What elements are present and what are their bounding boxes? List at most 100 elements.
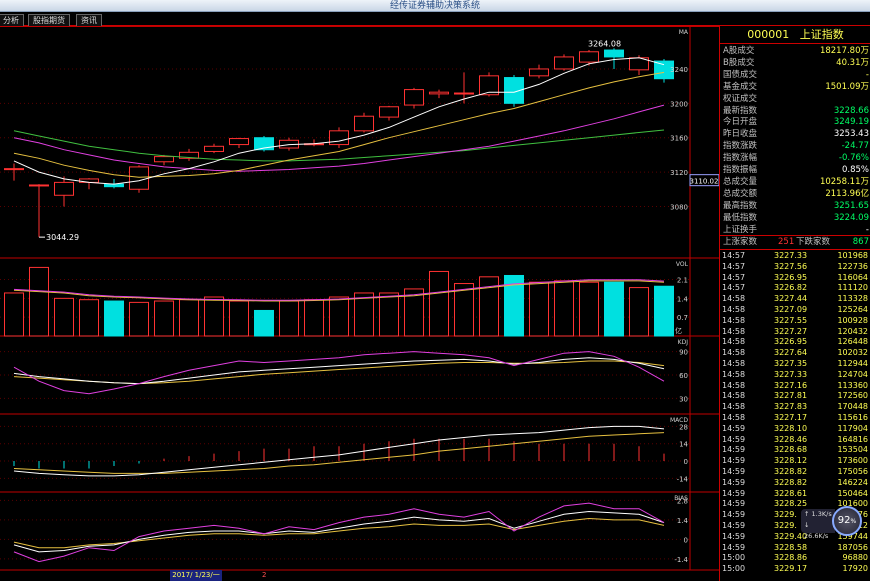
tick-time: 15:00 bbox=[722, 564, 746, 574]
quote-row-label: 今日开盘 bbox=[723, 117, 758, 128]
tick-price: 3227.09 bbox=[774, 305, 808, 314]
quote-row: 最高指数 3251.65 bbox=[720, 200, 870, 212]
memory-usage-ball[interactable]: 92% bbox=[832, 506, 862, 536]
tick-volume: 146224 bbox=[837, 477, 868, 487]
download-arrow-icon: ↓ bbox=[804, 521, 810, 529]
quote-row-value: -24.77 bbox=[841, 141, 869, 152]
tick-volume: 112944 bbox=[837, 359, 868, 368]
tick-volume: 124704 bbox=[837, 369, 868, 379]
tab-analysis[interactable]: 分析 bbox=[0, 14, 24, 26]
quote-row-value: 18217.80万 bbox=[819, 46, 869, 56]
volume-bar bbox=[54, 297, 74, 337]
quote-row-value: 3224.09 bbox=[833, 212, 869, 223]
tick-price: 3227.56 bbox=[774, 261, 808, 271]
current-price-label: 3110.02 bbox=[690, 178, 719, 186]
volume-axis-tick: 2.1 bbox=[677, 277, 688, 285]
tick-price: 3227.17 bbox=[774, 413, 808, 422]
tick-row: 14:59 3228.12 173600 bbox=[720, 456, 870, 467]
volume-bar bbox=[204, 296, 224, 337]
tick-volume: 102032 bbox=[837, 348, 868, 358]
tick-price: 3226.82 bbox=[774, 283, 808, 293]
tab-index-futures[interactable]: 股指期货 bbox=[28, 14, 70, 26]
quote-row: A股成交 18217.80万 bbox=[720, 45, 870, 57]
tick-row: 14:59 3228.61 150464 bbox=[720, 489, 870, 500]
tick-price: 3228.61 bbox=[774, 488, 808, 498]
quote-row: 今日开盘 3249.19 bbox=[720, 116, 870, 128]
quote-row-label: 总成交额 bbox=[723, 188, 758, 199]
quote-row-label: 最低指数 bbox=[723, 212, 758, 223]
quote-row-value: 1501.09万 bbox=[825, 81, 869, 92]
tick-price: 3227.35 bbox=[774, 359, 808, 368]
tick-row: 14:57 3226.95 116064 bbox=[720, 273, 870, 284]
net-speed-widget[interactable]: ↑ 1.3K/s ↓ 26.6K/s 92% bbox=[801, 506, 867, 540]
volume-axis-tick: 1.4 bbox=[677, 295, 689, 303]
tick-price: 3229. bbox=[774, 510, 797, 520]
tab-news[interactable]: 资讯 bbox=[76, 14, 102, 26]
tick-volume: 96880 bbox=[842, 553, 868, 563]
tick-volume: 17920 bbox=[842, 564, 868, 574]
tick-price: 3228.82 bbox=[774, 477, 808, 487]
candle-body bbox=[229, 138, 249, 146]
tick-price: 3228.10 bbox=[774, 423, 808, 433]
tick-volume: 172560 bbox=[837, 391, 868, 401]
tick-price: 3228.46 bbox=[774, 434, 808, 444]
candle-body bbox=[29, 184, 49, 187]
tick-price: 3228.12 bbox=[774, 456, 808, 466]
bias-axis-tick: 0 bbox=[684, 536, 688, 544]
volume-bar bbox=[29, 266, 49, 337]
candle-body bbox=[329, 130, 349, 146]
candle-body bbox=[154, 156, 174, 163]
quote-row-label: 指数涨跌 bbox=[723, 141, 758, 152]
tick-row: 14:58 3227.81 172560 bbox=[720, 391, 870, 402]
tick-row: 15:00 3229.17 17920 bbox=[720, 564, 870, 575]
volume-bar bbox=[279, 300, 299, 337]
tick-volume: 153504 bbox=[837, 445, 868, 455]
tick-time: 14:59 bbox=[722, 456, 746, 466]
tick-price: 3228.58 bbox=[774, 542, 808, 552]
tick-price: 3227.33 bbox=[774, 369, 808, 379]
tick-row: 14:57 3227.33 101968 bbox=[720, 251, 870, 262]
download-rate: 26.6K/s bbox=[804, 532, 829, 540]
tick-time: 14:58 bbox=[722, 348, 746, 358]
tick-time: 14:59 bbox=[722, 445, 746, 455]
high-annotation: 3264.08 bbox=[588, 39, 621, 48]
tick-volume: 111120 bbox=[837, 283, 868, 293]
tick-volume: 100928 bbox=[837, 315, 868, 325]
bias-panel-label: BIAS bbox=[674, 495, 688, 502]
macd-axis-tick: -14 bbox=[677, 475, 689, 483]
tick-volume: 113360 bbox=[837, 380, 868, 390]
tick-row: 14:58 3227.44 113328 bbox=[720, 294, 870, 305]
tick-row: 14:57 3226.82 111120 bbox=[720, 283, 870, 294]
volume-panel-label: VOL bbox=[676, 261, 689, 268]
tick-price: 3227.83 bbox=[774, 402, 808, 412]
bias-axis-tick: 1.4 bbox=[677, 517, 689, 525]
tick-time: 14:59 bbox=[722, 434, 746, 444]
tick-time: 14:57 bbox=[722, 251, 746, 260]
volume-bar bbox=[179, 299, 199, 337]
quote-row-label: 总成交量 bbox=[723, 176, 758, 187]
updown-row: 上涨家数 251 下跌家数 867 bbox=[720, 236, 870, 248]
volume-bar bbox=[254, 309, 274, 337]
quote-row: 最低指数 3224.09 bbox=[720, 212, 870, 224]
volume-bar bbox=[629, 287, 649, 337]
tick-time: 14:58 bbox=[722, 413, 746, 422]
tick-time: 14:59 bbox=[722, 521, 746, 530]
quote-row: 总成交额 2113.96亿 bbox=[720, 188, 870, 200]
quote-row: 指数涨跌 -24.77 bbox=[720, 140, 870, 152]
tick-volume: 126448 bbox=[837, 337, 868, 347]
up-count-label: 上涨家数 bbox=[723, 237, 758, 247]
kline-chart-area[interactable]: 3240 3200 3160 3120 3080 2.1 1.4 0.7 90 60 30 28 14 0… bbox=[0, 26, 719, 581]
ma10-line bbox=[13, 71, 665, 178]
tick-volume: 101968 bbox=[837, 251, 868, 260]
quote-row-value: 40.31万 bbox=[836, 57, 869, 68]
tick-row: 14:58 3227.16 113360 bbox=[720, 381, 870, 392]
tick-price: 3229. bbox=[774, 521, 797, 530]
candle-body bbox=[529, 68, 549, 77]
tick-row: 14:58 3227.35 112944 bbox=[720, 359, 870, 370]
tick-volume: 173600 bbox=[837, 456, 868, 466]
stock-name: 上证指数 bbox=[799, 28, 844, 41]
volume-bar bbox=[154, 300, 174, 337]
price-axis-tick: 3080 bbox=[670, 203, 688, 211]
bias2-line bbox=[13, 510, 665, 553]
tick-time: 14:58 bbox=[722, 359, 746, 368]
